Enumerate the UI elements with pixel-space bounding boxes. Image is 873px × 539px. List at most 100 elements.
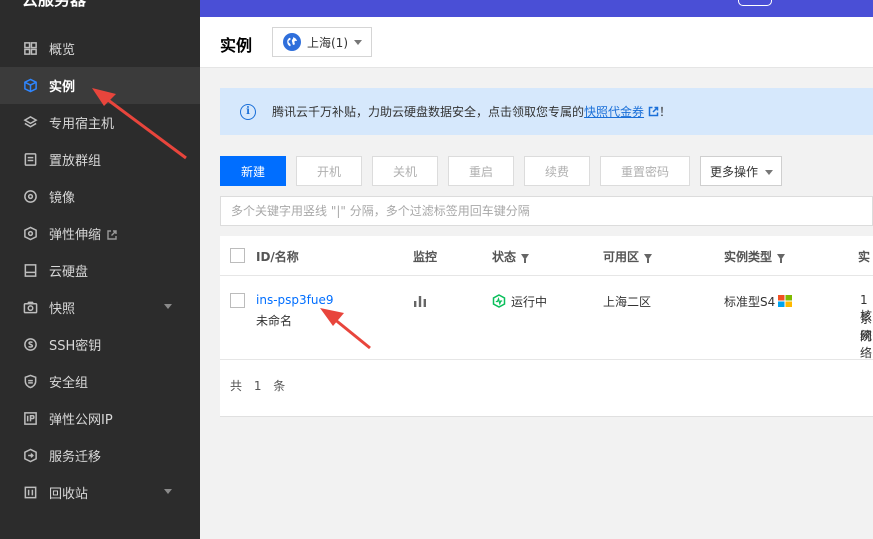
sidebar-nav: 概览 实例 专用宿主机 置放群组 镜像 弹性伸缩 云硬盘 快照 SSH密钥 安全… [0,30,200,511]
instance-id-link[interactable]: ins-psp3fue9 [256,293,334,307]
app-title: 云服务器 [22,0,86,10]
sidebar-item-label: SSH密钥 [49,339,102,354]
column-type: 实例类型 [724,248,786,265]
chevron-down-icon[interactable] [164,304,172,309]
sidebar-item-recycle-bin[interactable]: 回收站 [0,474,200,511]
table-row: ins-psp3fue9 未命名 运行中 上海二区 标准型S4 1核 系统 网络 [220,277,873,360]
sidebar: 云服务器 概览 实例 专用宿主机 置放群组 镜像 弹性伸缩 云硬盘 [0,0,200,539]
status-text: 运行中 [511,295,548,309]
region-select[interactable]: 上海(1) [272,27,372,57]
sidebar-item-label: 快照 [49,302,76,317]
zone-cell: 上海二区 [603,295,652,309]
trash-icon [22,485,38,501]
column-status: 状态 [492,248,530,265]
disc-icon [22,189,38,205]
sidebar-item-label: 服务迁移 [49,450,102,465]
key-icon [22,337,38,353]
sidebar-item-label: 云硬盘 [49,265,89,280]
more-actions-button[interactable]: 更多操作 [700,156,782,186]
restart-button[interactable]: 重启 [448,156,514,186]
select-all-checkbox[interactable] [230,248,245,263]
windows-icon [778,295,793,307]
layers-icon [22,115,38,131]
running-status-icon [492,294,506,308]
type-cell: 标准型S4 [724,293,793,310]
create-button[interactable]: 新建 [220,156,286,186]
sidebar-item-placement-group[interactable]: 置放群组 [0,141,200,178]
sidebar-item-label: 专用宿主机 [49,117,115,132]
column-config: 实 [858,248,870,265]
sidebar-item-security-group[interactable]: 安全组 [0,363,200,400]
sidebar-item-instances[interactable]: 实例 [0,67,200,104]
grid-icon [22,41,38,57]
type-text: 标准型S4 [724,295,776,309]
drive-icon [22,263,38,279]
chevron-down-icon [765,170,773,175]
instance-table: ID/名称 监控 状态 可用区 实例类型 实 ins-psp3fue9 未命名 … [220,236,873,417]
reset-password-button[interactable]: 重置密码 [600,156,690,186]
top-bar [200,0,873,17]
external-link-icon[interactable] [648,106,659,117]
filter-icon[interactable] [521,253,530,263]
sidebar-item-auto-scaling[interactable]: 弹性伸缩 [0,215,200,252]
chevron-down-icon[interactable] [164,489,172,494]
camera-icon [22,300,38,316]
column-id: ID/名称 [256,248,299,265]
column-monitor: 监控 [413,248,437,265]
column-config-label: 实 [858,250,871,264]
notice-banner: i 腾讯云千万补贴，力助云硬盘数据安全，点击领取您专属的 快照代金券 ！ [220,88,873,135]
column-zone-label: 可用区 [603,250,640,264]
sidebar-item-dedicated-host[interactable]: 专用宿主机 [0,104,200,141]
sidebar-item-label: 弹性伸缩 [49,228,102,243]
ip-icon [22,411,38,427]
bar-chart-icon[interactable] [413,295,427,307]
sidebar-item-overview[interactable]: 概览 [0,30,200,67]
more-actions-label: 更多操作 [709,164,758,179]
page-title: 实例 [220,36,253,55]
shield-icon [22,374,38,390]
instance-name: 未命名 [256,314,293,328]
sidebar-item-snapshot[interactable]: 快照 [0,289,200,326]
table-header: ID/名称 监控 状态 可用区 实例类型 实 [220,236,873,276]
sidebar-item-migration[interactable]: 服务迁移 [0,437,200,474]
notice-suffix: ！ [659,105,672,119]
status-cell: 运行中 [492,293,547,310]
config-line-3: 网络 [860,329,873,360]
filter-icon[interactable] [777,253,786,263]
column-type-label: 实例类型 [724,250,773,264]
region-label: 上海(1) [307,35,348,50]
sidebar-item-ssh-key[interactable]: SSH密钥 [0,326,200,363]
sidebar-item-label: 安全组 [49,376,89,391]
sidebar-item-image[interactable]: 镜像 [0,178,200,215]
sidebar-item-label: 概览 [49,43,76,58]
voucher-link[interactable]: 快照代金券 [584,103,644,120]
sidebar-item-label: 实例 [49,80,76,95]
sidebar-item-label: 回收站 [49,487,89,502]
scale-icon [22,226,38,242]
chevron-down-icon [354,40,362,45]
sidebar-item-label: 置放群组 [49,154,102,169]
globe-icon [283,33,301,51]
notice-text: 腾讯云千万补贴，力助云硬盘数据安全，点击领取您专属的 [272,105,585,119]
column-id-label: ID/名称 [256,250,299,264]
column-zone: 可用区 [603,248,653,265]
start-button[interactable]: 开机 [296,156,362,186]
sidebar-item-label: 弹性公网IP [49,413,113,428]
stop-button[interactable]: 关机 [372,156,438,186]
filter-icon[interactable] [644,253,653,263]
sidebar-item-eip[interactable]: 弹性公网IP [0,400,200,437]
info-icon: i [240,103,256,120]
page-header: 实例 上海(1) [200,17,873,68]
topbar-button[interactable] [738,0,772,6]
migrate-icon [22,448,38,464]
search-input[interactable] [220,196,873,226]
sidebar-item-label: 镜像 [49,191,76,206]
row-checkbox[interactable] [230,293,245,308]
sidebar-item-cloud-disk[interactable]: 云硬盘 [0,252,200,289]
cube-icon [22,78,38,94]
column-status-label: 状态 [492,250,517,264]
renew-button[interactable]: 续费 [524,156,590,186]
column-monitor-label: 监控 [413,250,438,264]
external-link-icon [107,229,117,240]
group-icon [22,152,38,168]
